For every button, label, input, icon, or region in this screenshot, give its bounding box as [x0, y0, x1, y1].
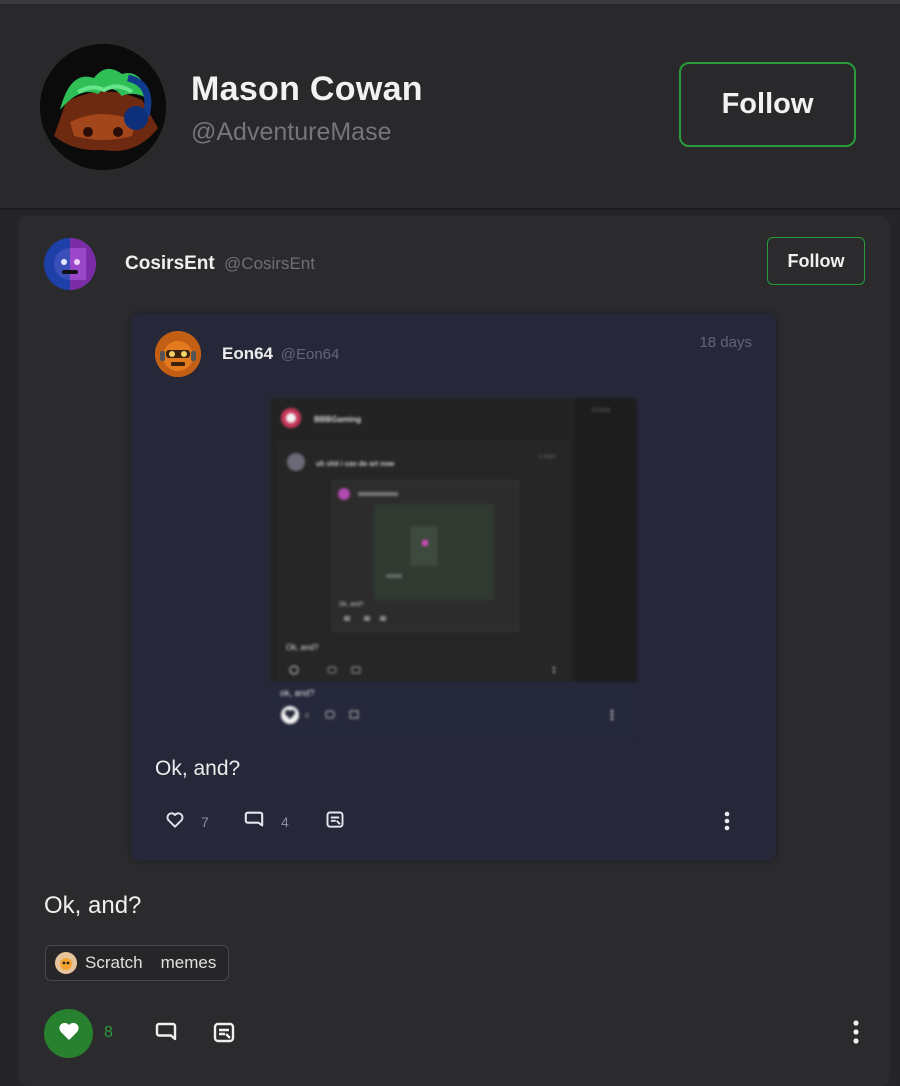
heart-filled-icon: [57, 1020, 81, 1047]
comment-icon: [154, 1022, 178, 1047]
heart-outline-icon: [165, 810, 185, 833]
quoted-like-count: 7: [201, 813, 209, 830]
post-actions: 8: [44, 1009, 874, 1059]
post-text: Ok, and?: [44, 892, 142, 919]
profile-name: Mason Cowan: [191, 70, 423, 108]
embed-inner-author: uh shit i can do art now: [316, 461, 395, 468]
more-options-button[interactable]: [852, 1019, 860, 1050]
quoted-author-avatar[interactable]: [155, 331, 201, 377]
more-vertical-icon: [852, 1020, 860, 1049]
tag-scratch[interactable]: Scratch: [85, 953, 143, 973]
embed-inner-time: 1 days: [538, 454, 556, 460]
follow-profile-button[interactable]: Follow: [679, 62, 856, 147]
quoted-comment-count: 4: [281, 813, 289, 830]
tag-memes[interactable]: memes: [161, 953, 217, 973]
embed-likes: 8: [305, 713, 309, 720]
quoted-post-actions: 7 4: [165, 810, 745, 834]
embed-deep-text: Ok, and?: [339, 602, 364, 608]
follow-author-button[interactable]: Follow: [767, 237, 865, 285]
quoted-post-text: Ok, and?: [155, 757, 241, 780]
quote-button[interactable]: [212, 1021, 236, 1050]
profile-header: Mason Cowan @AdventureMase Follow: [0, 4, 900, 210]
author-name[interactable]: CosirsEnt: [125, 253, 215, 274]
profile-avatar[interactable]: [40, 44, 166, 170]
embed-author: BBBGaming: [314, 415, 361, 424]
scratch-icon: [55, 952, 77, 974]
quoted-author-handle: @Eon64: [280, 346, 340, 363]
quote-icon: [212, 1022, 236, 1049]
quoted-like-action[interactable]: 7: [165, 810, 209, 833]
author-line: CosirsEnt @CosirsEnt: [125, 253, 315, 275]
quoted-post-time: 18 days: [699, 334, 752, 351]
embed-time: Cross: [592, 407, 611, 414]
comment-icon: [243, 810, 265, 833]
profile-handle: @AdventureMase: [191, 118, 392, 146]
embedded-screenshot[interactable]: BBBGaming Cross uh shit i can do art now…: [270, 398, 637, 738]
quoted-post[interactable]: Eon64 @Eon64 18 days BBBGaming Cross uh …: [131, 313, 776, 861]
tag-group[interactable]: Scratch memes: [45, 945, 230, 981]
quoted-comment-action[interactable]: 4: [243, 810, 289, 833]
like-button[interactable]: [44, 1009, 93, 1058]
quote-icon: [325, 810, 345, 833]
more-vertical-icon: [723, 810, 731, 835]
embed-text: ok, and?: [280, 688, 315, 698]
like-count: 8: [104, 1024, 113, 1041]
quoted-author-line: Eon64 @Eon64: [222, 344, 339, 364]
comment-button[interactable]: [154, 1021, 178, 1048]
author-handle: @CosirsEnt: [224, 254, 315, 273]
post-card: CosirsEnt @CosirsEnt Follow Eon64 @Eon64…: [18, 216, 890, 1086]
quoted-quote-action[interactable]: [325, 810, 345, 833]
embed-inner-text: Ok, and?: [286, 643, 319, 652]
quoted-more-options[interactable]: [723, 810, 731, 835]
author-avatar[interactable]: [44, 238, 96, 290]
quoted-author-name[interactable]: Eon64: [222, 344, 273, 363]
